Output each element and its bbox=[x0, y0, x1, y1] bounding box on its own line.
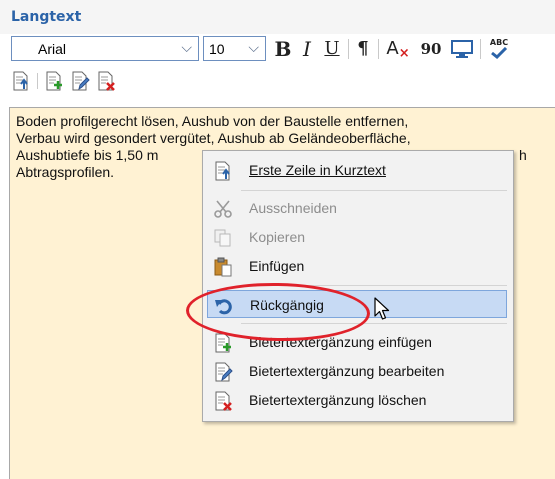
menu-item-paste[interactable]: Einfügen bbox=[207, 252, 507, 280]
font-family-select[interactable]: Arial ⌵ bbox=[11, 36, 199, 61]
screen-icon[interactable] bbox=[449, 36, 475, 61]
editor-line-tail: h bbox=[519, 147, 527, 163]
toolbar-divider bbox=[37, 73, 38, 89]
menu-item-bidder-text-edit[interactable]: Bietertextergänzung bearbeiten bbox=[207, 357, 507, 385]
menu-item-label: Erste Zeile in Kurztext bbox=[249, 162, 386, 178]
chevron-down-icon[interactable]: ⌵ bbox=[248, 39, 259, 56]
rotate-text-button[interactable]: 90 bbox=[416, 36, 446, 61]
menu-item-copy[interactable]: Kopieren bbox=[207, 223, 507, 251]
font-family-value: Arial bbox=[38, 41, 67, 57]
section-title: Langtext bbox=[11, 9, 82, 25]
editor-line: Aushubtiefe bis 1,50 m bbox=[16, 147, 159, 163]
paragraph-button[interactable]: ¶ bbox=[352, 36, 374, 61]
editor-line: Verbau wird gesondert vergütet, Aushub a… bbox=[16, 130, 411, 146]
checkmark-icon bbox=[491, 47, 508, 59]
font-size-value: 10 bbox=[209, 41, 225, 57]
menu-item-label: Bietertextergänzung bearbeiten bbox=[249, 363, 445, 379]
paste-icon bbox=[214, 257, 232, 277]
menu-item-label: Einfügen bbox=[249, 258, 305, 274]
menu-item-label: Ausschneiden bbox=[249, 200, 337, 216]
underline-button[interactable]: U bbox=[320, 36, 344, 61]
toolbar-divider bbox=[480, 39, 481, 59]
menu-item-bidder-text-delete[interactable]: Bietertextergänzung löschen bbox=[207, 386, 507, 414]
clear-format-label: A bbox=[386, 38, 399, 59]
first-line-to-shorttext-icon bbox=[215, 161, 230, 181]
editor-line: Boden profilgerecht lösen, Aushub von de… bbox=[16, 113, 409, 129]
menu-item-first-line-to-shorttext[interactable]: Erste Zeile in Kurztext bbox=[207, 156, 507, 184]
clear-format-button[interactable]: A × bbox=[383, 36, 413, 61]
toolbar-divider bbox=[378, 39, 379, 59]
menu-divider bbox=[241, 190, 507, 191]
text-toolbar bbox=[0, 68, 555, 94]
toolbar-divider bbox=[348, 39, 349, 59]
spellcheck-label: ABC bbox=[489, 38, 509, 47]
menu-item-cut[interactable]: Ausschneiden bbox=[207, 194, 507, 222]
editor-line: Abtragsprofilen. bbox=[16, 164, 115, 180]
font-size-select[interactable]: 10 ⌵ bbox=[203, 36, 266, 61]
first-line-to-shorttext-icon[interactable] bbox=[11, 71, 31, 91]
chevron-down-icon[interactable]: ⌵ bbox=[181, 39, 192, 56]
bidder-text-insert-icon[interactable] bbox=[44, 71, 64, 91]
scissors-icon bbox=[214, 200, 232, 218]
bold-button[interactable]: B bbox=[272, 36, 294, 61]
format-toolbar: Arial ⌵ 10 ⌵ B I U ¶ A × 90 ABC bbox=[0, 34, 555, 66]
spellcheck-button[interactable]: ABC bbox=[485, 36, 513, 61]
red-x-icon: × bbox=[398, 46, 410, 61]
bidder-text-delete-icon[interactable] bbox=[96, 71, 116, 91]
menu-item-label: Kopieren bbox=[249, 229, 306, 245]
mouse-cursor-icon bbox=[374, 297, 390, 320]
bidder-text-edit-icon[interactable] bbox=[70, 71, 90, 91]
menu-item-label: Bietertextergänzung löschen bbox=[249, 392, 427, 408]
section-header: Langtext bbox=[0, 0, 555, 34]
bidder-text-delete-icon bbox=[215, 391, 232, 411]
copy-icon bbox=[214, 229, 231, 247]
bidder-text-edit-icon bbox=[215, 362, 233, 382]
italic-button[interactable]: I bbox=[296, 36, 318, 61]
